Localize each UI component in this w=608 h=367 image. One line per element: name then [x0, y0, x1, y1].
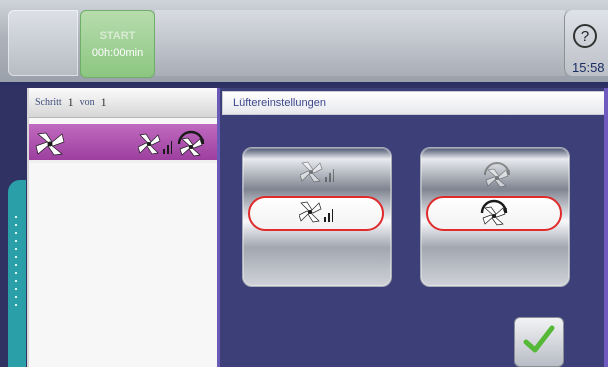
help-icon: ? — [573, 24, 597, 48]
fan-reverse-icon — [475, 198, 513, 230]
check-icon — [522, 323, 556, 361]
step-total: 1 — [100, 95, 107, 109]
top-bar: START 00h:00min ? 15:58 — [0, 0, 608, 85]
right-edge-strip — [604, 88, 608, 367]
side-tab[interactable] — [8, 180, 26, 367]
help-symbol: ? — [580, 27, 590, 45]
start-label: START — [99, 29, 136, 42]
fan-speed-card[interactable] — [242, 147, 392, 287]
step-current: 1 — [67, 95, 74, 109]
step-label: Schritt — [35, 97, 62, 108]
fan-speed-selected[interactable] — [248, 196, 384, 231]
start-button[interactable]: START 00h:00min — [80, 10, 155, 78]
fan-reverse-icon — [478, 160, 516, 192]
top-left-button[interactable] — [8, 10, 78, 76]
fan-speed-icon — [137, 132, 172, 160]
fan-reverse-icon — [172, 129, 210, 161]
step-panel: Schritt 1 von 1 — [27, 88, 217, 367]
fan-speed-icon — [298, 200, 333, 228]
step-fan-settings-icons — [137, 129, 212, 160]
step-row[interactable] — [29, 124, 217, 163]
fan-speed-icon — [299, 160, 334, 188]
app-screen: START 00h:00min ? 15:58 Schritt 1 von 1 — [0, 0, 608, 367]
clock: 15:58 — [572, 60, 605, 75]
settings-title: Lüftereinstellungen — [222, 91, 608, 115]
confirm-button[interactable] — [514, 317, 564, 367]
settings-panel: Lüftereinstellungen — [217, 88, 608, 367]
fan-reverse-selected[interactable] — [426, 196, 562, 231]
step-header: Schritt 1 von 1 — [29, 88, 217, 118]
start-time: 00h:00min — [91, 46, 144, 59]
side-tab-dots — [15, 216, 17, 312]
fan-direction-card[interactable] — [420, 147, 570, 287]
step-of: von — [79, 97, 95, 108]
help-button[interactable]: ? 15:58 — [564, 10, 608, 76]
top-bar-spacer — [155, 10, 565, 76]
fan-icon — [35, 132, 65, 160]
